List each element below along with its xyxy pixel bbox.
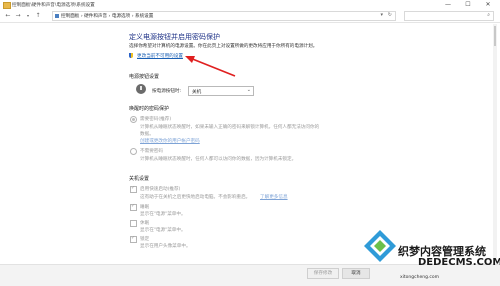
maximize-button[interactable]: ☐ bbox=[458, 0, 478, 10]
power-button-label: 按电源按钮时: bbox=[152, 89, 182, 94]
watermark-logo bbox=[364, 230, 396, 262]
fast-startup-desc: 这有助于在关机之后更快地启动电脑。不会影响重启。 bbox=[140, 195, 251, 200]
require-password-desc-1: 计算机从睡眠状态唤醒时，如果未输入正确的密码来解锁计算机，任何人都无法访问你的 bbox=[140, 125, 320, 130]
title-bar: 控制面板\硬件和声音\电源选项\系统设置 — ☐ ✕ bbox=[0, 0, 500, 10]
back-arrow-icon[interactable]: ← bbox=[4, 11, 12, 20]
chevron-down-icon[interactable]: ▾ bbox=[380, 12, 383, 18]
watermark-url: xitongcheng.com bbox=[400, 275, 439, 280]
page-title: 定义电源按钮并启用密码保护 bbox=[129, 33, 220, 41]
address-row: ← → ▾ ↑ 控制面板 › 硬件和声音 › 电源选项 › 系统设置 ▾ ↻ ⌕ bbox=[0, 10, 500, 23]
learn-more-link[interactable]: 了解更多信息 bbox=[260, 194, 288, 200]
watermark-text-en: DEDECMS.COM bbox=[418, 257, 500, 268]
cancel-button[interactable]: 取消 bbox=[342, 268, 370, 279]
forward-arrow-icon[interactable]: → bbox=[14, 11, 22, 20]
page-description: 选择你希望对计算机的电源设置。你在此页上对设置所做的更改将应用于你所有的电源计划… bbox=[129, 44, 318, 49]
no-password-desc: 计算机从睡眠状态唤醒时，任何人都可以访问你的数据，因为计算机未锁定。 bbox=[140, 157, 297, 162]
scrollbar-thumb[interactable] bbox=[494, 26, 496, 46]
search-icon: ⌕ bbox=[487, 12, 490, 18]
hibernate-label: 休眠 bbox=[140, 221, 150, 226]
sleep-desc: 显示在"电源"菜单中。 bbox=[140, 212, 186, 217]
annotation-arrow bbox=[185, 56, 236, 77]
scrollbar[interactable] bbox=[493, 24, 497, 259]
refresh-icon[interactable]: ↻ bbox=[388, 12, 392, 18]
lock-desc: 显示在用户头像菜单中。 bbox=[140, 244, 191, 249]
power-button-section-title: 电源按钮设置 bbox=[129, 74, 160, 80]
window-title: 控制面板\硬件和声音\电源选项\系统设置 bbox=[12, 3, 95, 8]
require-password-radio[interactable] bbox=[130, 116, 137, 123]
save-button[interactable]: 保存修改 bbox=[307, 268, 339, 279]
wake-password-section-title: 唤醒时的密码保护 bbox=[129, 106, 170, 112]
no-password-radio[interactable] bbox=[130, 148, 137, 155]
folder-icon bbox=[3, 2, 11, 9]
shutdown-section-title: 关机设置 bbox=[129, 176, 150, 182]
close-button[interactable]: ✕ bbox=[478, 0, 498, 10]
power-button-value: 关机 bbox=[192, 89, 202, 95]
fast-startup-checkbox[interactable] bbox=[130, 185, 137, 193]
search-input[interactable]: ⌕ bbox=[404, 11, 494, 21]
chevron-down-icon: ⌄ bbox=[246, 87, 251, 93]
require-password-label: 需要密码(推荐) bbox=[140, 117, 172, 122]
lock-label: 锁定 bbox=[140, 237, 150, 242]
hibernate-checkbox[interactable] bbox=[130, 220, 137, 227]
control-panel-icon bbox=[55, 13, 59, 18]
minimize-button[interactable]: — bbox=[438, 0, 458, 10]
up-arrow-icon[interactable]: ↑ bbox=[34, 11, 42, 20]
change-settings-link[interactable]: 更改当前不可用的设置 bbox=[137, 53, 183, 59]
require-password-desc-2: 数据。 bbox=[140, 132, 154, 137]
power-icon-glyph bbox=[140, 86, 142, 90]
lock-checkbox[interactable] bbox=[130, 235, 137, 243]
breadcrumb: 控制面板 › 硬件和声音 › 电源选项 › 系统设置 bbox=[61, 14, 154, 19]
shield-icon bbox=[129, 53, 133, 58]
sleep-label: 睡眠 bbox=[140, 205, 150, 210]
power-button-select[interactable]: 关机 ⌄ bbox=[188, 86, 254, 96]
history-dropdown-icon[interactable]: ▾ bbox=[24, 11, 32, 20]
no-password-label: 不需要密码 bbox=[140, 149, 163, 154]
sleep-checkbox[interactable] bbox=[130, 203, 137, 211]
hibernate-desc: 显示在"电源"菜单中。 bbox=[140, 228, 186, 233]
fast-startup-label: 启用快速启动(推荐) bbox=[140, 187, 181, 192]
address-bar[interactable]: 控制面板 › 硬件和声音 › 电源选项 › 系统设置 ▾ ↻ bbox=[52, 11, 396, 21]
create-password-link[interactable]: 创建或更改你的用户帐户密码 bbox=[140, 138, 200, 144]
